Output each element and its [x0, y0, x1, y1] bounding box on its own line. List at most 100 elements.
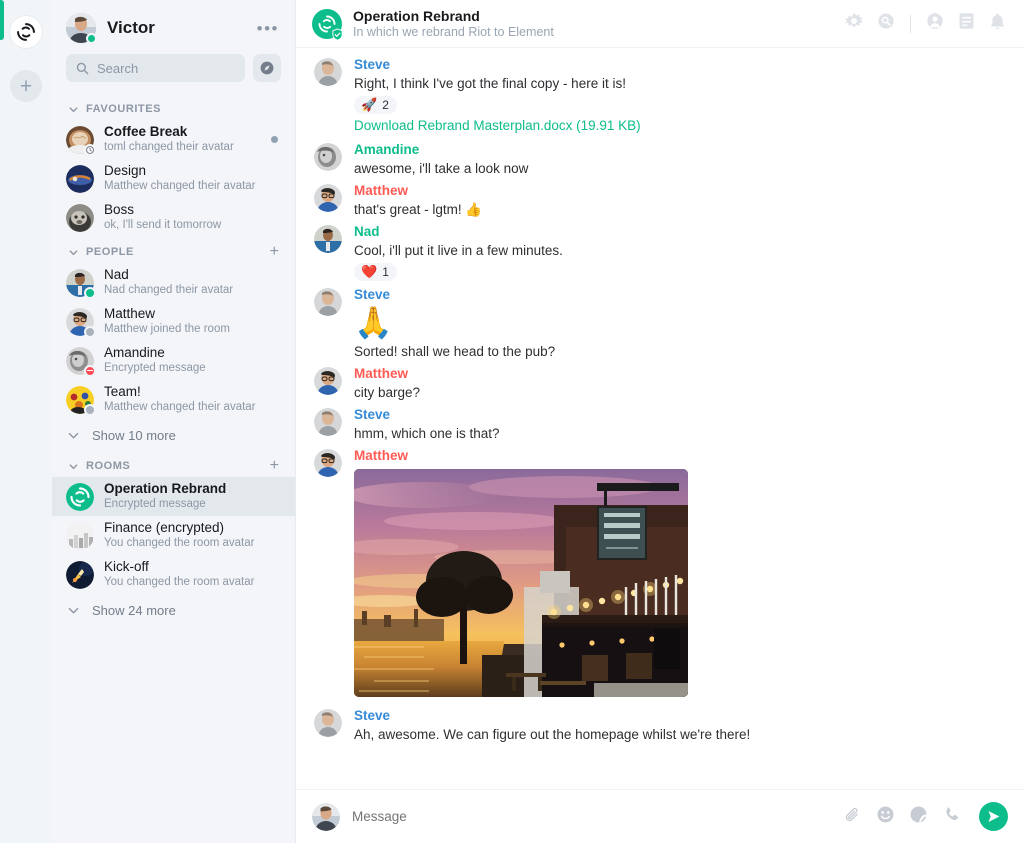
- room-preview: ok, I'll send it tomorrow: [104, 219, 222, 231]
- sidebar-item-team[interactable]: Team! Matthew changed their avatar: [52, 380, 295, 419]
- room-header-actions: [845, 12, 1006, 36]
- reaction-count: 2: [382, 98, 389, 112]
- room-avatar-rebrand: [66, 482, 94, 511]
- message-sender[interactable]: Steve: [354, 406, 1006, 424]
- sidebar-item-amandine[interactable]: Amandine Encrypted message: [52, 341, 295, 380]
- room-list-scroll[interactable]: FAVOURITES Coffee Break toml changed the…: [52, 94, 295, 843]
- sidebar-item-kick-off[interactable]: Kick-off You changed the room avatar: [52, 555, 295, 594]
- show-more-people-button[interactable]: Show 10 more: [52, 419, 295, 451]
- person-name: Nad: [104, 267, 129, 282]
- message-body: Steve 🙏 Sorted! shall we head to the pub…: [354, 286, 1006, 361]
- room-avatar-finance: [66, 521, 94, 550]
- avatar[interactable]: [312, 8, 343, 41]
- avatar[interactable]: [314, 288, 342, 316]
- list-item-text: Design Matthew changed their avatar: [104, 163, 281, 194]
- room-settings-button[interactable]: [845, 12, 863, 35]
- message-sender[interactable]: Matthew: [354, 365, 1006, 383]
- chevron-down-icon: [66, 247, 80, 258]
- search-room-button[interactable]: [877, 12, 895, 35]
- avatar[interactable]: [314, 184, 342, 212]
- add-room-button[interactable]: +: [270, 458, 281, 474]
- sidebar-item-operation-rebrand[interactable]: Operation Rebrand Encrypted message: [52, 477, 295, 516]
- heart-emoji-icon: ❤️: [361, 264, 378, 279]
- attach-file-button[interactable]: [843, 805, 862, 829]
- list-item-text: Nad Nad changed their avatar: [104, 267, 281, 298]
- section-header-rooms[interactable]: ROOMS +: [52, 451, 295, 477]
- sender-avatar-matthew: [314, 449, 342, 477]
- emoji-button[interactable]: [876, 805, 895, 829]
- message-text: that's great - lgtm! 👍: [354, 202, 483, 217]
- message-image-sunset-pub[interactable]: [354, 469, 688, 697]
- app-root: + Victor ••• Search FAVOURITES Coffee Br…: [0, 0, 1024, 843]
- avatar: [66, 125, 96, 156]
- notes-icon: [959, 13, 974, 29]
- room-preview: Encrypted message: [104, 362, 206, 374]
- message-sender[interactable]: Steve: [354, 286, 1006, 304]
- room-name: Operation Rebrand: [104, 481, 227, 496]
- sidebar-item-boss[interactable]: Boss ok, I'll send it tomorrow: [52, 198, 295, 237]
- message-body: Nad Cool, i'll put it live in a few minu…: [354, 223, 1006, 282]
- praying-hands-emoji-icon: 🙏: [354, 305, 393, 340]
- member-list-button[interactable]: [926, 12, 944, 35]
- chevron-down-icon: [66, 461, 80, 472]
- search-circle-icon: [878, 13, 894, 29]
- message-text: hmm, which one is that?: [354, 426, 500, 441]
- section-header-people[interactable]: PEOPLE +: [52, 237, 295, 263]
- avatar[interactable]: [66, 13, 97, 44]
- list-item-text: Operation Rebrand Encrypted message: [104, 481, 281, 512]
- section-header-favourites[interactable]: FAVOURITES: [52, 94, 295, 120]
- sidebar-item-finance[interactable]: Finance (encrypted) You changed the room…: [52, 516, 295, 555]
- avatar[interactable]: [314, 449, 342, 477]
- sidebar-item-coffee-break[interactable]: Coffee Break toml changed their avatar: [52, 120, 295, 159]
- reaction-pill[interactable]: 🚀 2: [354, 96, 397, 114]
- room-info-button[interactable]: [958, 12, 975, 35]
- page-title: Victor: [107, 18, 155, 37]
- search-input[interactable]: Search: [66, 54, 245, 82]
- avatar[interactable]: [314, 367, 342, 395]
- avatar[interactable]: [314, 709, 342, 737]
- message-sender[interactable]: Nad: [354, 223, 1006, 241]
- send-button[interactable]: [979, 802, 1008, 831]
- message-text: awesome, i'll take a look now: [354, 161, 529, 176]
- file-download-link[interactable]: Download Rebrand Masterplan.docx (19.91 …: [354, 115, 1006, 137]
- sender-avatar-amandine: [314, 143, 342, 171]
- list-item-text: Kick-off You changed the room avatar: [104, 559, 281, 590]
- create-space-button[interactable]: +: [10, 70, 42, 102]
- composer-user-avatar: [312, 802, 340, 831]
- explore-rooms-button[interactable]: [253, 54, 281, 82]
- avatar: [66, 385, 96, 416]
- avatar[interactable]: [314, 58, 342, 86]
- message-sender[interactable]: Steve: [354, 707, 1006, 725]
- sidebar-item-design[interactable]: Design Matthew changed their avatar: [52, 159, 295, 198]
- add-person-button[interactable]: +: [270, 244, 281, 260]
- user-menu-button[interactable]: •••: [255, 20, 281, 37]
- home-space-button[interactable]: [10, 16, 42, 48]
- notifications-button[interactable]: [989, 12, 1006, 36]
- voice-call-button[interactable]: [942, 805, 961, 829]
- show-more-rooms-button[interactable]: Show 24 more: [52, 594, 295, 626]
- message-event: Steve 🙏 Sorted! shall we head to the pub…: [314, 284, 1006, 363]
- room-avatar-boss: [66, 203, 94, 232]
- avatar[interactable]: [314, 408, 342, 436]
- message-sender[interactable]: Steve: [354, 56, 1006, 74]
- sidebar-item-nad[interactable]: Nad Nad changed their avatar: [52, 263, 295, 302]
- bell-icon: [990, 13, 1005, 29]
- space-rail: +: [0, 0, 52, 843]
- message-sender[interactable]: Amandine: [354, 141, 1006, 159]
- room-view: Operation Rebrand In which we rebrand Ri…: [296, 0, 1024, 843]
- sidebar-item-matthew[interactable]: Matthew Matthew joined the room: [52, 302, 295, 341]
- message-text: city barge?: [354, 385, 421, 400]
- message-timeline[interactable]: Steve Right, I think I've got the final …: [296, 48, 1024, 789]
- avatar[interactable]: [314, 143, 342, 171]
- message-sender[interactable]: Matthew: [354, 447, 1006, 465]
- room-name: Finance (encrypted): [104, 520, 225, 535]
- reaction-pill[interactable]: ❤️ 1: [354, 263, 397, 281]
- avatar: [312, 802, 340, 831]
- message-input[interactable]: [352, 809, 831, 824]
- message-sender[interactable]: Matthew: [354, 182, 1006, 200]
- message-event: Matthew that's great - lgtm! 👍: [314, 180, 1006, 221]
- avatar[interactable]: [314, 225, 342, 253]
- sticker-button[interactable]: [909, 805, 928, 829]
- message-event: Steve hmm, which one is that?: [314, 404, 1006, 445]
- smiley-icon: [877, 806, 894, 822]
